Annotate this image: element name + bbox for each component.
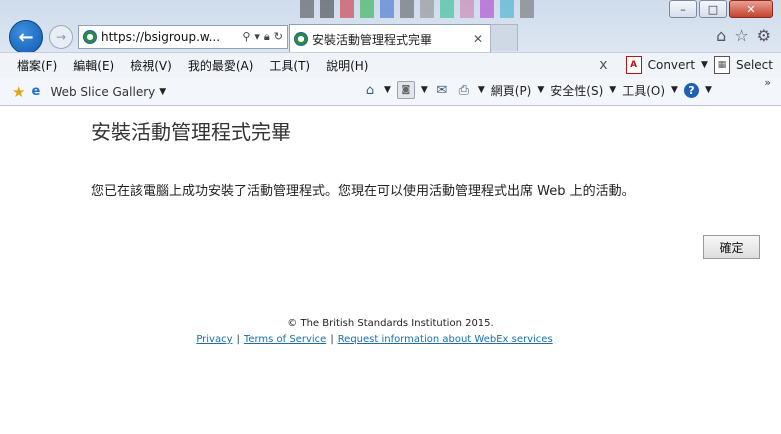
print-dropdown-icon[interactable]: ▼ [478,85,485,95]
footer-links: Privacy | Terms of Service | Request informa… [0,334,749,345]
rss-dropdown-icon[interactable]: ▼ [421,85,428,95]
search-icon[interactable]: ⚲ [242,30,250,44]
menu-edit[interactable]: 編輯(E) [65,57,122,74]
menu-tools[interactable]: 工具(T) [261,57,318,74]
close-window-button[interactable]: ✕ [729,0,773,18]
back-button[interactable]: ← [9,20,43,54]
close-icon[interactable]: ✕ [470,32,486,46]
home-icon[interactable]: ⌂ [362,82,378,98]
title-strip: – □ ✕ ← → https://bsigroup.w... ⚲ ▾ 🔒︎ ↻… [0,0,781,54]
menu-view[interactable]: 檢視(V) [122,57,180,74]
webex-info-link[interactable]: Request information about WebEx services [338,334,553,345]
convert-button[interactable]: Convert [648,58,695,72]
help-icon[interactable]: ? [683,82,699,98]
tab-favicon-icon [294,32,308,46]
ok-button[interactable]: 確定 [703,235,760,259]
browser-chrome: – □ ✕ ← → https://bsigroup.w... ⚲ ▾ 🔒︎ ↻… [0,0,781,106]
address-text[interactable]: https://bsigroup.w... [101,30,242,44]
address-bar[interactable]: https://bsigroup.w... ⚲ ▾ 🔒︎ ↻ [78,25,288,49]
help-dropdown-icon[interactable]: ▼ [705,85,712,95]
page-title: 安裝活動管理程式完畢 [91,120,291,144]
dismiss-button[interactable]: x [599,57,607,73]
menu-file[interactable]: 檔案(F) [0,57,65,74]
pdf-icon: A [625,56,642,74]
privacy-link[interactable]: Privacy [196,334,232,345]
menu-favorites[interactable]: 我的最愛(A) [180,57,262,74]
gear-icon[interactable]: ⚙ [757,26,771,45]
menubar-right-tools: x A Convert ▼ ▦ Select [599,56,773,74]
refresh-icon[interactable]: ↻ [274,30,283,44]
star-icon[interactable]: ☆ [734,26,748,45]
home-dropdown-icon[interactable]: ▼ [384,85,391,95]
home-icon[interactable]: ⌂ [716,26,726,45]
favorites-star-icon[interactable]: ★ [12,83,25,101]
web-slice-dropdown-icon[interactable]: ▼ [159,87,166,97]
back-arrow-icon: ← [18,26,34,48]
tab-title: 安裝活動管理程式完畢 [312,32,433,47]
maximize-button[interactable]: □ [699,0,727,18]
browser-right-nav: ⌂ ☆ ⚙ [716,26,771,45]
safety-dropdown-icon[interactable]: ▼ [609,85,616,95]
background-swatches [300,0,640,20]
menu-bar: 檔案(F) 編輯(E) 檢視(V) 我的最愛(A) 工具(T) 說明(H) x … [0,52,781,78]
print-icon[interactable]: ⎙ [456,82,472,98]
safety-menu[interactable]: 安全性(S) [550,82,603,99]
site-favicon-icon [83,30,97,44]
convert-dropdown-icon[interactable]: ▼ [701,60,708,70]
forward-arrow-icon: → [55,30,67,44]
mail-icon[interactable]: ✉ [434,82,450,98]
terms-link[interactable]: Terms of Service [244,334,326,345]
ie-icon: e [31,84,41,99]
chevron-down-icon[interactable]: ▾ [254,30,260,44]
minimize-button[interactable]: – [669,0,697,18]
command-buttons: ⌂ ▼ ◙ ▼ ✉ ⎙ ▼ 網頁(P) ▼ 安全性(S) ▼ 工具(O) ▼ ?… [362,81,712,99]
chevron-more-icon[interactable]: » [764,76,771,89]
copyright-text: © The British Standards Institution 2015… [287,318,494,329]
link-separator: | [330,334,334,345]
link-separator: | [236,334,240,345]
select-pdf-icon: ▦ [713,56,730,74]
address-actions: ⚲ ▾ 🔒︎ ↻ [242,30,287,44]
forward-button[interactable]: → [49,25,73,49]
new-tab-button[interactable] [490,24,518,51]
tools-menu[interactable]: 工具(O) [622,82,665,99]
tab-active[interactable]: 安裝活動管理程式完畢 ✕ [289,24,491,53]
command-bar: ★ e Web Slice Gallery ▼ ⌂ ▼ ◙ ▼ ✉ ⎙ ▼ 網頁… [0,76,781,106]
web-slice-gallery-button[interactable]: Web Slice Gallery [50,85,155,99]
menu-help[interactable]: 說明(H) [318,57,376,74]
window-controls: – □ ✕ [669,0,773,18]
success-message: 您已在該電腦上成功安裝了活動管理程式。您現在可以使用活動管理程式出席 Web 上… [91,184,635,199]
lock-icon[interactable]: 🔒︎ [264,30,270,44]
tools-dropdown-icon[interactable]: ▼ [671,85,678,95]
select-button[interactable]: Select [736,58,773,72]
rss-icon[interactable]: ◙ [396,81,415,99]
page-dropdown-icon[interactable]: ▼ [537,85,544,95]
page-content: 安裝活動管理程式完畢 您已在該電腦上成功安裝了活動管理程式。您現在可以使用活動管… [0,106,781,434]
page-menu[interactable]: 網頁(P) [491,82,532,99]
